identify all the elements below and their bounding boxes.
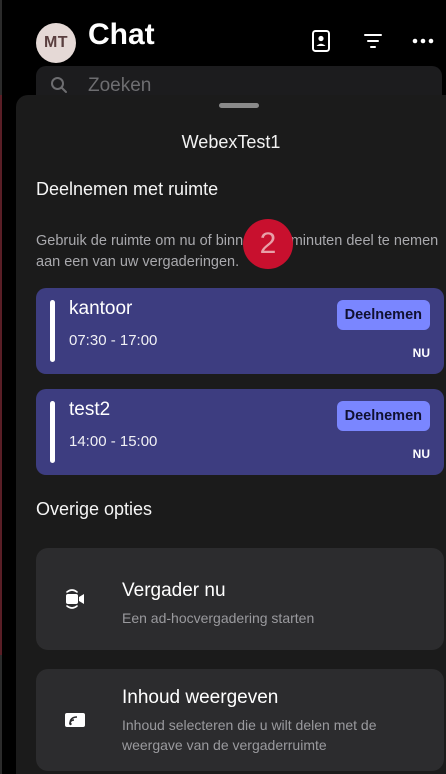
page-title: Chat (88, 18, 155, 51)
sheet-title: WebexTest1 (181, 132, 281, 152)
share-screen-icon (62, 707, 88, 733)
meeting-name: kantoor (69, 298, 133, 319)
meeting-status: NU (412, 447, 430, 461)
meeting-status: NU (412, 346, 430, 360)
option-show-content[interactable]: Inhoud weergeven Inhoud selecteren die u… (36, 669, 444, 771)
more-icon[interactable] (408, 26, 438, 56)
meeting-name: test2 (69, 399, 111, 420)
meeting-card-test2[interactable]: test2 14:00 - 15:00 Deelnemen NU (36, 389, 444, 475)
meeting-accent-bar (50, 300, 55, 362)
join-button[interactable]: Deelnemen (336, 300, 430, 330)
option-title: Vergader nu (122, 580, 226, 601)
option-meet-now[interactable]: Vergader nu Een ad-hocvergadering starte… (36, 548, 444, 650)
avatar[interactable]: MT (36, 23, 76, 63)
meeting-time: 07:30 - 17:00 (69, 332, 158, 349)
meeting-accent-bar (50, 401, 55, 463)
bottom-sheet: WebexTest1 Deelnemen met ruimte Gebruik … (16, 95, 446, 774)
option-title: Inhoud weergeven (122, 687, 279, 708)
drag-handle[interactable] (219, 103, 259, 108)
other-section-title: Overige opties (36, 499, 153, 519)
meeting-card-kantoor[interactable]: kantoor 07:30 - 17:00 Deelnemen NU (36, 288, 444, 374)
left-accent (0, 95, 2, 655)
option-subtitle: Een ad-hocvergadering starten (122, 610, 315, 626)
meet-now-icon (62, 586, 88, 612)
join-section-description: Gebruik de ruimte om nu of binnen tien m… (36, 233, 439, 270)
meeting-time: 14:00 - 15:00 (69, 433, 158, 450)
step-number-badge: 2 (243, 219, 293, 269)
join-section-title: Deelnemen met ruimte (36, 179, 219, 199)
join-button[interactable]: Deelnemen (336, 401, 430, 431)
contacts-icon[interactable] (306, 26, 336, 56)
filter-icon[interactable] (358, 26, 388, 56)
search-placeholder: Zoeken (88, 75, 152, 96)
option-subtitle: Inhoud selecteren die u wilt delen met d… (122, 717, 377, 753)
